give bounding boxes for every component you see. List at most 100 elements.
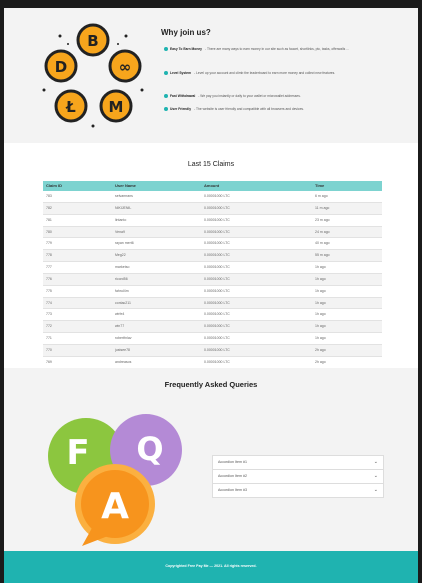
cell-user-name: rayan mert6	[115, 241, 134, 246]
footer: Copyrighted Free Pay Me — 2021. All righ…	[4, 551, 418, 583]
cell-time: 2h ago	[315, 359, 326, 364]
cell-claim-id: 777	[46, 265, 52, 270]
table-row: 770 justsee78 0.00001000 LTC 2h ago	[43, 344, 382, 357]
header-amount: Amount	[204, 183, 220, 188]
cell-claim-id: 776	[46, 276, 52, 281]
cell-time: 1h ago	[315, 276, 326, 281]
faq-letter-f: F	[66, 433, 89, 473]
chevron-down-icon: ⌄	[373, 473, 378, 479]
cell-amount: 0.00001000 LTC	[204, 288, 230, 293]
accordion-label: Accordion Item #3	[218, 488, 247, 492]
check-icon	[164, 71, 168, 75]
cell-user-name: win77	[115, 324, 125, 329]
feature-fast-withdrawal: Fast Withdrawal - We pay you instantly or…	[164, 94, 384, 99]
cell-amount: 0.00001000 LTC	[204, 276, 230, 281]
why-join-title: Why join us?	[161, 28, 211, 37]
cell-amount: 0.00001000 LTC	[204, 312, 230, 317]
cell-user-name: andreasos	[115, 359, 132, 364]
check-icon	[164, 47, 168, 51]
cell-claim-id: 769	[46, 359, 52, 364]
header-claim-id: Claim ID	[46, 183, 63, 188]
cell-user-name: robertfnlav	[115, 336, 132, 341]
feature-text: - There are many ways to earn money in o…	[205, 47, 349, 51]
feature-text: - Level up your account and climb the le…	[194, 71, 336, 75]
table-row: 780 Vena9 0.00001000 LTC 24 m ago	[43, 226, 382, 239]
table-row: 782 NIKIJENIL 0.00001000 LTC 11 m ago	[43, 202, 382, 215]
cell-amount: 0.00001000 LTC	[204, 300, 230, 305]
cell-amount: 0.00001000 LTC	[204, 347, 230, 352]
table-row: 778 Meg22 0.00001000 LTC 55 m ago	[43, 250, 382, 263]
cell-amount: 0.00001000 LTC	[204, 217, 230, 222]
svg-text:Ł: Ł	[65, 98, 76, 116]
header-time: Time	[315, 183, 325, 188]
faq-section: Frequently Asked Queries F Q A Accordion…	[4, 368, 418, 551]
feature-title: Level System	[170, 71, 192, 75]
check-icon	[164, 107, 168, 111]
feature-easy-earn: Easy To Earn Money - There are many ways …	[164, 47, 384, 52]
cell-claim-id: 779	[46, 241, 52, 246]
cell-time: 1h ago	[315, 312, 326, 317]
table-row: 783 selvamrans 0.00001000 LTC 6 m ago	[43, 191, 382, 203]
faq-letter-q: Q	[136, 430, 163, 468]
crypto-coins-illustration: B D ∞ Ł M	[42, 23, 144, 128]
cell-amount: 0.00001000 LTC	[204, 194, 230, 198]
cell-amount: 0.00001000 LTC	[204, 253, 230, 258]
cell-claim-id: 773	[46, 312, 52, 317]
feature-title: User Friendly	[170, 107, 192, 111]
table-row: 772 win77 0.00001000 LTC 1h ago	[43, 321, 382, 334]
cell-user-name: fahrul4m	[115, 288, 129, 293]
svg-text:B: B	[87, 32, 98, 50]
cell-time: 24 m ago	[315, 229, 330, 234]
table-header: Claim ID User Name Amount Time	[43, 181, 382, 191]
table-row: 771 robertfnlav 0.00001000 LTC 1h ago	[43, 333, 382, 345]
cell-amount: 0.00001000 LTC	[204, 359, 230, 364]
feature-title: Fast Withdrawal	[170, 94, 196, 98]
table-row: 777 marketso 0.00001000 LTC 1h ago	[43, 262, 382, 274]
cell-time: 23 m ago	[315, 217, 330, 222]
copyright-text: Copyrighted Free Pay Me — 2021. All righ…	[165, 564, 257, 568]
cell-time: 11 m ago	[315, 205, 330, 210]
cell-time: 55 m ago	[315, 253, 330, 258]
check-icon	[164, 94, 168, 98]
cell-user-name: NIKIJENIL	[115, 205, 132, 210]
claims-section: Last 15 Claims Claim ID User Name Amount…	[4, 143, 418, 369]
chevron-down-icon: ⌄	[373, 459, 378, 465]
cell-claim-id: 771	[46, 336, 52, 341]
accordion-label: Accordion Item #1	[218, 460, 247, 464]
table-row: 776 ricord56 0.00001000 LTC 1h ago	[43, 273, 382, 286]
cell-user-name: ricord56	[115, 276, 128, 281]
cell-user-name: wirfe4	[115, 312, 125, 317]
cell-claim-id: 775	[46, 288, 52, 293]
accordion-label: Accordion Item #2	[218, 474, 247, 478]
cell-amount: 0.00001000 LTC	[204, 205, 230, 210]
cell-user-name: justsee78	[115, 347, 130, 352]
cell-claim-id: 783	[46, 194, 52, 198]
table-row: 774 contac211 0.00001000 LTC 1h ago	[43, 297, 382, 310]
feature-text: - We pay you instantly or daily to your …	[198, 94, 301, 98]
cell-amount: 0.00001000 LTC	[204, 241, 230, 246]
accordion-item-3[interactable]: Accordion Item #3 ⌄	[212, 483, 384, 498]
cell-time: 1h ago	[315, 288, 326, 293]
cell-amount: 0.00001000 LTC	[204, 229, 230, 234]
why-join-section: B D ∞ Ł M Why join us? Easy To Earn Mone…	[4, 8, 418, 143]
cell-time: 2h ago	[315, 347, 326, 352]
accordion-item-1[interactable]: Accordion Item #1 ⌄	[212, 455, 384, 470]
claims-table: Claim ID User Name Amount Time 783 selvam…	[43, 181, 382, 369]
cell-user-name: Meg22	[115, 253, 126, 258]
cell-amount: 0.00001000 LTC	[204, 336, 230, 341]
table-row: 775 fahrul4m 0.00001000 LTC 1h ago	[43, 286, 382, 298]
cell-time: 40 m ago	[315, 241, 330, 246]
accordion-item-2[interactable]: Accordion Item #2 ⌄	[212, 469, 384, 484]
cell-user-name: selvamrans	[115, 194, 133, 198]
chevron-down-icon: ⌄	[373, 487, 378, 493]
faq-letter-a: A	[101, 486, 129, 527]
cell-time: 1h ago	[315, 265, 326, 270]
feature-user-friendly: User Friendly - The website is user frien…	[164, 107, 384, 112]
cell-claim-id: 780	[46, 229, 52, 234]
cell-claim-id: 778	[46, 253, 52, 258]
faq-bubbles-illustration: F Q A	[48, 414, 182, 546]
svg-text:M: M	[109, 98, 124, 116]
header-user-name: User Name	[115, 183, 136, 188]
faq-title: Frequently Asked Queries	[164, 380, 258, 389]
claims-title: Last 15 Claims	[187, 161, 235, 168]
